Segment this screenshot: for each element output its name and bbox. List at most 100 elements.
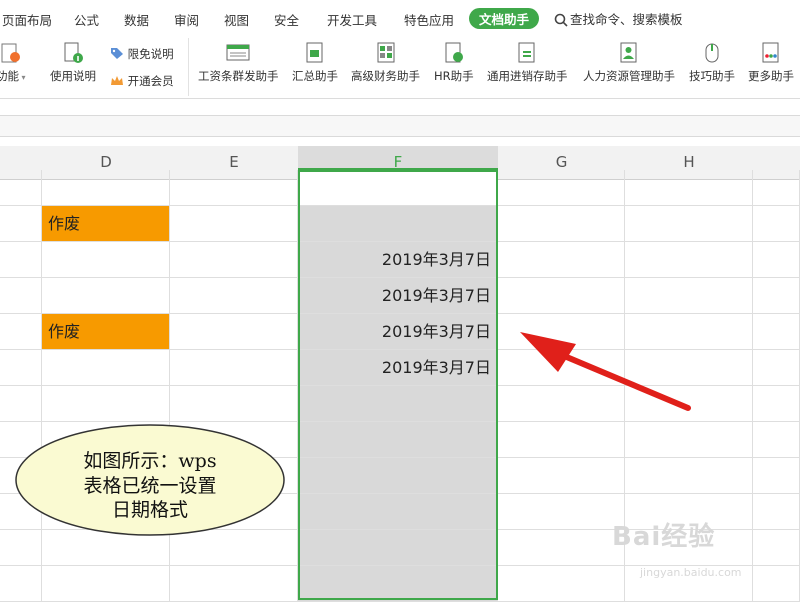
tab-page-layout[interactable]: 页面布局	[2, 10, 52, 29]
person-document-icon	[620, 42, 637, 63]
cell[interactable]	[170, 278, 298, 314]
cell[interactable]	[753, 494, 800, 530]
cell[interactable]	[625, 242, 753, 278]
cell[interactable]	[0, 386, 42, 422]
formula-bar[interactable]	[0, 115, 800, 137]
tab-security[interactable]: 安全	[274, 10, 299, 29]
cell[interactable]	[753, 170, 800, 206]
cell[interactable]	[498, 242, 625, 278]
cell-f[interactable]	[298, 170, 498, 206]
cell[interactable]	[0, 206, 42, 242]
tab-formulas[interactable]: 公式	[74, 10, 99, 29]
ribbon-finance-assistant[interactable]: 高级财务助手	[351, 42, 420, 84]
menu-tabs: 页面布局 公式 数据 审阅 视图 安全 开发工具 特色应用 文档助手 查找命令、…	[0, 0, 800, 36]
cell[interactable]	[170, 350, 298, 386]
cell[interactable]	[625, 422, 753, 458]
cell[interactable]	[170, 566, 298, 602]
ribbon-hr-assistant[interactable]: HR助手	[434, 42, 474, 84]
hr-icon	[445, 42, 463, 63]
cell[interactable]	[0, 278, 42, 314]
cell[interactable]	[0, 242, 42, 278]
tab-review[interactable]: 审阅	[174, 10, 199, 29]
tab-data[interactable]: 数据	[124, 10, 149, 29]
cell[interactable]	[170, 206, 298, 242]
cell[interactable]	[170, 242, 298, 278]
ribbon-tips-assistant[interactable]: 技巧助手	[689, 42, 735, 84]
cell[interactable]	[498, 458, 625, 494]
cell[interactable]	[498, 206, 625, 242]
cell[interactable]	[753, 314, 800, 350]
tab-doc-assistant[interactable]: 文档助手	[469, 8, 540, 29]
ribbon-payslip-assistant[interactable]: 工资条群发助手	[198, 42, 279, 84]
search-command[interactable]: 查找命令、搜索模板	[554, 9, 683, 28]
ribbon-more-features[interactable]: 功能 ▾	[0, 42, 26, 84]
cell-f[interactable]	[298, 206, 498, 242]
column-header-f[interactable]: F	[298, 146, 499, 171]
tab-view[interactable]: 视图	[224, 10, 249, 29]
cell-f[interactable]: 2019年3月7日	[298, 242, 498, 278]
cell-f[interactable]	[298, 530, 498, 566]
cell-f[interactable]	[298, 494, 498, 530]
cell[interactable]	[625, 206, 753, 242]
cell[interactable]	[753, 242, 800, 278]
tag-icon	[111, 48, 123, 59]
cell-d[interactable]: 作废	[42, 314, 170, 350]
search-label: 查找命令、搜索模板	[570, 12, 683, 27]
cell[interactable]	[753, 530, 800, 566]
cell-f[interactable]: 2019年3月7日	[298, 350, 498, 386]
cell[interactable]	[498, 422, 625, 458]
cell-f[interactable]: 2019年3月7日	[298, 278, 498, 314]
ribbon-finance-label: 高级财务助手	[351, 69, 420, 83]
cell-d[interactable]	[42, 386, 170, 422]
cell[interactable]	[753, 566, 800, 602]
cell-d[interactable]	[42, 566, 170, 602]
document-info-icon	[64, 42, 83, 63]
cell-f[interactable]	[298, 422, 498, 458]
cell-f[interactable]	[298, 566, 498, 602]
cell[interactable]	[753, 278, 800, 314]
summary-icon	[306, 42, 323, 63]
ribbon-hr-management-assistant[interactable]: 人力资源管理助手	[583, 42, 675, 84]
cell[interactable]	[498, 170, 625, 206]
cell[interactable]	[170, 170, 298, 206]
more-apps-icon	[762, 42, 779, 63]
ribbon-more-assistants[interactable]: 更多助手	[748, 42, 794, 84]
cell[interactable]	[753, 386, 800, 422]
cell[interactable]	[625, 458, 753, 494]
calculator-icon	[377, 42, 394, 63]
cell[interactable]	[498, 494, 625, 530]
callout-line-1: 如图所示：wps	[83, 450, 216, 472]
cell[interactable]	[170, 386, 298, 422]
cell[interactable]	[753, 422, 800, 458]
free-info-button[interactable]: 限免说明	[110, 46, 174, 62]
cell[interactable]	[0, 350, 42, 386]
tab-developer[interactable]: 开发工具	[327, 10, 377, 29]
cell[interactable]	[753, 350, 800, 386]
ribbon-summary-assistant[interactable]: 汇总助手	[292, 42, 338, 84]
cell-f[interactable]	[298, 386, 498, 422]
cell-f[interactable]: 2019年3月7日	[298, 314, 498, 350]
cell-f[interactable]	[298, 458, 498, 494]
cell[interactable]	[625, 278, 753, 314]
cell[interactable]	[498, 278, 625, 314]
cell[interactable]	[0, 314, 42, 350]
cell[interactable]	[498, 530, 625, 566]
cell[interactable]	[170, 314, 298, 350]
cell[interactable]	[498, 566, 625, 602]
ribbon-more-features-label: 功能	[0, 69, 19, 83]
cell[interactable]	[625, 170, 753, 206]
vip-button[interactable]: 开通会员	[110, 73, 174, 89]
cell-d[interactable]	[42, 242, 170, 278]
tab-special-apps[interactable]: 特色应用	[404, 10, 454, 29]
cell[interactable]	[753, 206, 800, 242]
ribbon-usage[interactable]: 使用说明	[50, 42, 96, 84]
cell[interactable]	[0, 566, 42, 602]
cell-d[interactable]: 作废	[42, 206, 170, 242]
cell-d[interactable]	[42, 278, 170, 314]
cell[interactable]	[753, 458, 800, 494]
ribbon-inventory-assistant[interactable]: 通用进销存助手	[487, 42, 568, 84]
cell-d[interactable]	[42, 350, 170, 386]
cell[interactable]	[0, 170, 42, 206]
cell-d[interactable]	[42, 170, 170, 206]
ribbon-inventory-label: 通用进销存助手	[487, 69, 568, 83]
